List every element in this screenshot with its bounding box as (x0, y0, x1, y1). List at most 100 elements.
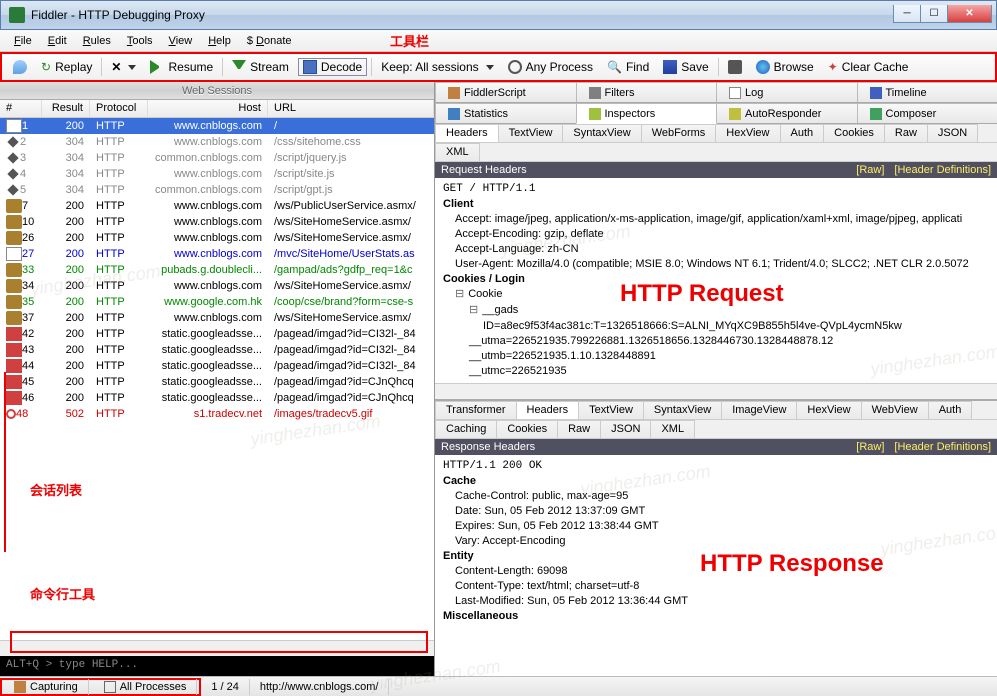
session-row[interactable]: 43200HTTPstatic.googleadsse.../pagead/im… (0, 342, 434, 358)
resp-tab-transformer[interactable]: Transformer (435, 401, 517, 419)
session-row[interactable]: 33200HTTPpubads.g.doublecli.../gampad/ad… (0, 262, 434, 278)
resp-tab-webview[interactable]: WebView (861, 401, 929, 419)
session-row[interactable]: 35200HTTPwww.google.com.hk/coop/cse/bran… (0, 294, 434, 310)
raw-link[interactable]: [Raw] (856, 164, 884, 176)
maximize-button[interactable]: ☐ (920, 5, 948, 23)
menu-tools[interactable]: Tools (119, 32, 161, 50)
decode-button[interactable]: Decode (298, 58, 367, 76)
raw-link-resp[interactable]: [Raw] (856, 441, 884, 453)
screenshot-button[interactable] (723, 58, 747, 76)
sessions-pane: Web Sessions # Result Protocol Host URL … (0, 82, 435, 676)
resp-tab-textview[interactable]: TextView (578, 401, 644, 419)
minimize-button[interactable]: ─ (893, 5, 921, 23)
resp-tab-cookies[interactable]: Cookies (496, 420, 558, 438)
session-row[interactable]: 5304HTTPcommon.cnblogs.com/script/gpt.js (0, 182, 434, 198)
session-row[interactable]: 3304HTTPcommon.cnblogs.com/script/jquery… (0, 150, 434, 166)
session-row[interactable]: 2304HTTPwww.cnblogs.com/css/sitehome.css (0, 134, 434, 150)
req-tab-cookies[interactable]: Cookies (823, 124, 885, 142)
play-icon (150, 60, 164, 74)
stream-button[interactable]: Stream (227, 58, 294, 76)
tab-inspectors[interactable]: Inspectors (576, 103, 718, 124)
req-tab-auth[interactable]: Auth (780, 124, 825, 142)
session-row[interactable]: 42200HTTPstatic.googleadsse.../pagead/im… (0, 326, 434, 342)
clear-cache-button[interactable]: ✦Clear Cache (823, 58, 914, 76)
filter-icon (589, 87, 601, 99)
sessions-hscroll[interactable] (0, 640, 434, 656)
session-row[interactable]: 7200HTTPwww.cnblogs.com/ws/PublicUserSer… (0, 198, 434, 214)
session-row[interactable]: 46200HTTPstatic.googleadsse.../pagead/im… (0, 390, 434, 406)
close-button[interactable]: ✕ (947, 5, 992, 23)
resume-button[interactable]: Resume (145, 58, 218, 76)
menu-help[interactable]: Help (200, 32, 239, 50)
menu-file[interactable]: File (6, 32, 40, 50)
session-row[interactable]: 37200HTTPwww.cnblogs.com/ws/SiteHomeServ… (0, 310, 434, 326)
session-row[interactable]: 4304HTTPwww.cnblogs.com/script/site.js (0, 166, 434, 182)
resp-tab-headers[interactable]: Headers (516, 401, 580, 419)
req-tab-hexview[interactable]: HexView (715, 124, 780, 142)
resp-tab-imageview[interactable]: ImageView (721, 401, 797, 419)
save-icon (663, 60, 677, 74)
col-host[interactable]: Host (148, 100, 268, 117)
header-defs-link-resp[interactable]: [Header Definitions] (894, 441, 991, 453)
session-row[interactable]: 10200HTTPwww.cnblogs.com/ws/SiteHomeServ… (0, 214, 434, 230)
session-row[interactable]: 27200HTTPwww.cnblogs.com/mvc/SiteHome/Us… (0, 246, 434, 262)
resp-tab-raw[interactable]: Raw (557, 420, 601, 438)
resp-tab-syntaxview[interactable]: SyntaxView (643, 401, 722, 419)
composer-icon (870, 108, 882, 120)
req-tab-textview[interactable]: TextView (498, 124, 564, 142)
save-button[interactable]: Save (658, 58, 713, 76)
menu-donate[interactable]: $ Donate (239, 32, 300, 50)
find-button[interactable]: 🔍Find (602, 58, 654, 76)
response-tabs-1: Transformer Headers TextView SyntaxView … (435, 401, 997, 420)
tab-composer[interactable]: Composer (857, 103, 997, 123)
replay-button[interactable]: ↻Replay (36, 58, 97, 76)
resp-tab-caching[interactable]: Caching (435, 420, 497, 438)
resp-tab-hexview[interactable]: HexView (796, 401, 861, 419)
req-tab-json[interactable]: JSON (927, 124, 978, 142)
resp-tab-xml[interactable]: XML (650, 420, 695, 438)
resp-tab-json[interactable]: JSON (600, 420, 651, 438)
camera-icon (728, 60, 742, 74)
col-url[interactable]: URL (268, 100, 434, 117)
sb-capturing[interactable]: Capturing (4, 679, 89, 695)
tab-autoresponder[interactable]: AutoResponder (716, 103, 858, 123)
sessions-header: # Result Protocol Host URL (0, 100, 434, 118)
session-row[interactable]: 1200HTTPwww.cnblogs.com/ (0, 118, 434, 134)
browse-button[interactable]: Browse (751, 58, 819, 76)
req-tab-xml[interactable]: XML (435, 143, 480, 161)
session-row[interactable]: 48502HTTPs1.tradecv.net/images/tradecv5.… (0, 406, 434, 422)
tab-fiddlerscript[interactable]: FiddlerScript (435, 82, 577, 102)
tab-log[interactable]: Log (716, 82, 858, 102)
session-row[interactable]: 44200HTTPstatic.googleadsse.../pagead/im… (0, 358, 434, 374)
session-row[interactable]: 26200HTTPwww.cnblogs.com/ws/SiteHomeServ… (0, 230, 434, 246)
menu-view[interactable]: View (161, 32, 201, 50)
sb-allprocesses[interactable]: All Processes (94, 679, 198, 695)
processes-icon (104, 681, 116, 693)
comment-button[interactable] (8, 58, 32, 76)
col-result[interactable]: Result (42, 100, 90, 117)
req-hscroll[interactable] (435, 383, 997, 399)
req-tab-syntaxview[interactable]: SyntaxView (562, 124, 641, 142)
command-line[interactable]: ALT+Q > type HELP... (0, 656, 434, 676)
resp-tab-auth[interactable]: Auth (928, 401, 973, 419)
req-tab-webforms[interactable]: WebForms (641, 124, 717, 142)
session-row[interactable]: 34200HTTPwww.cnblogs.com/ws/SiteHomeServ… (0, 278, 434, 294)
req-tab-headers[interactable]: Headers (435, 124, 499, 142)
tab-timeline[interactable]: Timeline (857, 82, 997, 102)
col-protocol[interactable]: Protocol (90, 100, 148, 117)
keep-dropdown[interactable]: Keep: All sessions (376, 58, 498, 76)
req-tab-raw[interactable]: Raw (884, 124, 928, 142)
menu-edit[interactable]: Edit (40, 32, 75, 50)
tab-statistics[interactable]: Statistics (435, 103, 577, 123)
any-process-button[interactable]: Any Process (503, 58, 598, 76)
col-num[interactable]: # (0, 100, 42, 117)
session-row[interactable]: 45200HTTPstatic.googleadsse.../pagead/im… (0, 374, 434, 390)
decode-icon (303, 60, 317, 74)
remove-button[interactable]: ✕ (106, 58, 141, 76)
sb-url: http://www.cnblogs.com/ (250, 679, 390, 695)
tab-filters[interactable]: Filters (576, 82, 718, 102)
menu-rules[interactable]: Rules (75, 32, 119, 50)
script-icon (448, 87, 460, 99)
header-defs-link[interactable]: [Header Definitions] (894, 164, 991, 176)
auto-icon (729, 108, 741, 120)
